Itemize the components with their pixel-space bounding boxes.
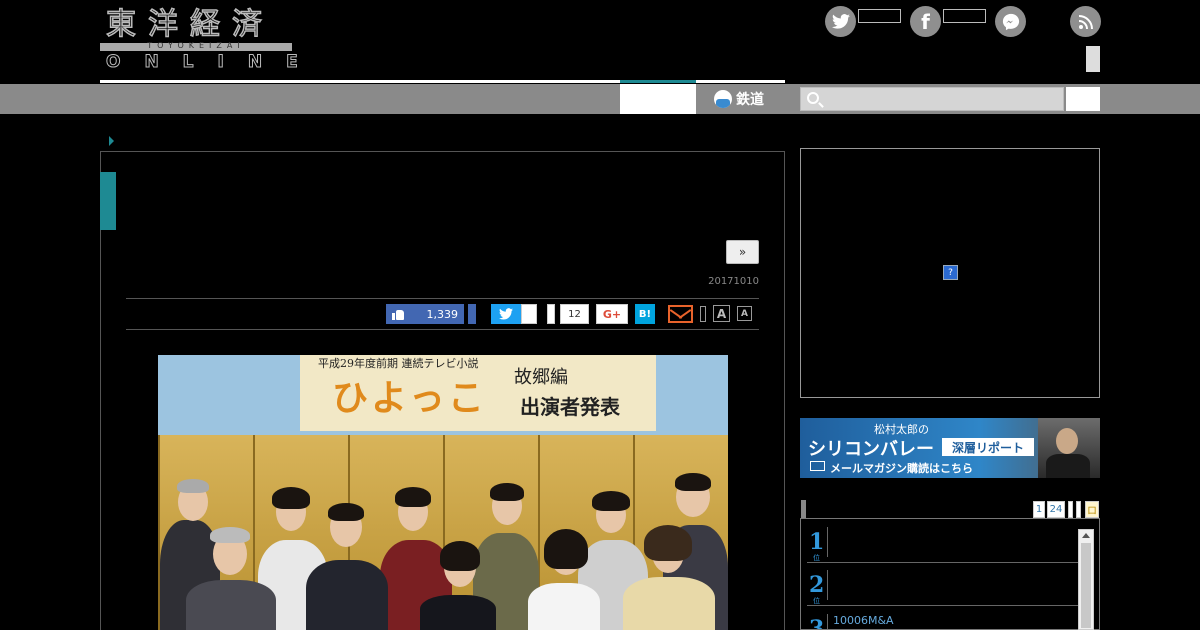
ranking-item[interactable]: 2 位 <box>807 564 1079 606</box>
twitter-follow-count <box>858 9 901 23</box>
person-hair <box>440 541 480 571</box>
person-figure <box>528 583 600 630</box>
rank-number: 3 <box>809 616 825 630</box>
banner-subscribe-text: メールマガジン購読はこちら <box>830 462 973 475</box>
person-hair <box>644 525 692 561</box>
breadcrumb-arrow-icon <box>109 136 114 146</box>
ranking-tab-month[interactable] <box>1076 501 1081 518</box>
print-button[interactable] <box>700 306 706 322</box>
person-hair <box>592 491 630 511</box>
nav-tab-railway[interactable]: 鉄道 <box>714 84 764 114</box>
person-hair <box>210 527 250 543</box>
person-hair <box>544 529 588 569</box>
banner-tag: 深層リポート <box>942 438 1034 456</box>
ranking-header-bar <box>801 500 806 518</box>
rank-separator <box>827 527 828 557</box>
nav-tab-railway-label: 鉄道 <box>736 92 764 108</box>
search-input[interactable] <box>800 87 1064 111</box>
ad-info-icon[interactable]: ? <box>943 265 958 280</box>
train-icon <box>714 90 732 108</box>
share-count: 12 <box>560 304 589 324</box>
logo-roman: TOYOKEIZAI <box>147 41 245 50</box>
ranking-tab-extra[interactable]: ロ <box>1085 501 1099 518</box>
facebook-like-count <box>943 9 986 23</box>
article-photo: 平成29年度前期 連続テレビ小説 ひよっこ 故郷編 出演者発表 <box>158 355 728 630</box>
font-size-small-button[interactable]: A <box>737 306 752 321</box>
scroll-thumb[interactable] <box>1081 543 1091 628</box>
like-count: 1,339 <box>426 307 459 321</box>
ranking-item[interactable]: 3 位 10006M&A <box>807 608 1079 630</box>
google-plus-button[interactable]: G+ <box>596 304 628 324</box>
envelope-icon <box>810 461 825 471</box>
ranking-item[interactable]: 1 位 <box>807 521 1079 563</box>
share-bar-bottom-rule <box>126 329 759 330</box>
thumbs-up-icon <box>392 308 406 320</box>
tweet-button[interactable] <box>491 304 521 324</box>
person-figure <box>306 560 388 630</box>
rank-number: 2 <box>809 572 825 598</box>
page: 東洋経済 TOYOKEIZAI ONLINE f 鉄道 » 20171010 1… <box>0 0 1200 630</box>
person-hair <box>272 487 310 509</box>
ranking-tab-week[interactable] <box>1068 501 1073 518</box>
sign-subtitle-2: 出演者発表 <box>520 395 620 419</box>
logo-kanji: 東洋経済 <box>105 6 274 43</box>
twitter-icon[interactable] <box>825 6 856 37</box>
share-count-edge <box>547 304 555 324</box>
logo-online: ONLINE <box>106 52 322 73</box>
ranking-tab-1h[interactable]: 1 <box>1033 501 1045 518</box>
ranking-list: 1 位 2 位 3 位 10006M&A <box>800 519 1100 630</box>
next-page-button[interactable]: » <box>726 240 759 264</box>
nav-active-accent <box>620 80 696 83</box>
facebook-like-button[interactable]: 1,339 <box>386 304 464 324</box>
person-hair <box>395 487 431 507</box>
person-hair <box>675 473 711 491</box>
rank-suffix: 位 <box>813 554 820 562</box>
ranking-tab-24h[interactable]: 24 <box>1047 501 1065 518</box>
rank-number: 1 <box>809 529 825 555</box>
search-icon <box>807 92 819 104</box>
nav-tab-active[interactable] <box>620 84 696 114</box>
site-logo[interactable]: 東洋経済 TOYOKEIZAI ONLINE <box>100 6 322 73</box>
article-category-tab <box>100 172 116 230</box>
article-date: 20171010 <box>708 276 759 287</box>
person-figure <box>623 577 715 630</box>
rank-suffix: 位 <box>813 597 820 605</box>
search-button[interactable] <box>1066 87 1100 111</box>
header-login-button[interactable] <box>1086 46 1100 72</box>
facebook-icon[interactable]: f <box>910 6 941 37</box>
person-hair <box>328 503 364 521</box>
font-size-large-button[interactable]: A <box>713 305 730 322</box>
silicon-valley-newsletter-banner[interactable]: 松村太郎の シリコンバレー 深層リポート メールマガジン購読はこちら <box>800 418 1100 478</box>
share-bar-top-rule <box>126 298 759 299</box>
rank-separator <box>827 570 828 600</box>
author-suit <box>1046 454 1090 478</box>
rank-separator <box>827 614 828 629</box>
banner-author-photo <box>1038 418 1100 478</box>
person-hair <box>177 479 209 493</box>
tweet-count <box>521 304 537 324</box>
hatena-bookmark-button[interactable]: B! <box>635 304 655 324</box>
messenger-icon[interactable] <box>995 6 1026 37</box>
author-face <box>1056 428 1078 454</box>
sign-title-text: ひよっこ <box>332 377 487 419</box>
person-figure <box>420 595 496 630</box>
person-figure <box>186 580 276 630</box>
banner-title: シリコンバレー <box>808 439 934 460</box>
ranking-scrollbar[interactable] <box>1078 529 1094 630</box>
facebook-share-button[interactable] <box>468 304 476 324</box>
rss-icon[interactable] <box>1070 6 1101 37</box>
rank-title: 10006M&A <box>833 614 894 627</box>
mail-icon[interactable] <box>668 305 693 323</box>
person-hair <box>490 483 524 501</box>
scroll-up-icon[interactable] <box>1082 533 1090 538</box>
sign-subtitle-1: 故郷編 <box>514 367 568 388</box>
twitter-bird-icon <box>499 308 513 320</box>
